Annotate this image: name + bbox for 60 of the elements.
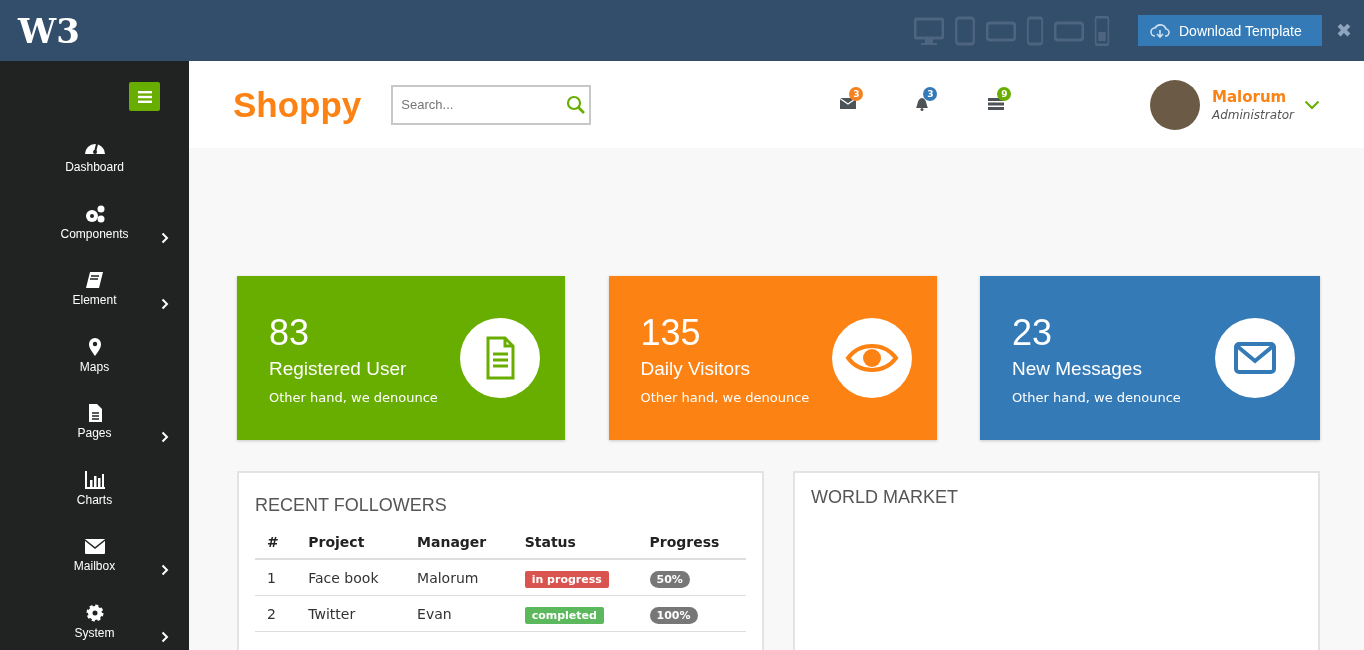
menu-button[interactable]: [129, 82, 160, 111]
stat-title: Registered User: [269, 357, 408, 380]
panel-title: RECENT FOLLOWERS: [255, 495, 447, 515]
avatar-circle: [1150, 79, 1200, 130]
sidebar-item[interactable]: Pages: [0, 403, 189, 470]
panel-title: WORLD MARKET: [811, 487, 958, 507]
sidebar-item[interactable]: Components: [0, 203, 189, 270]
column-header: Project: [296, 530, 406, 559]
desktop-icon[interactable]: [914, 15, 944, 46]
progress-badge: 100%: [649, 607, 698, 624]
stat-subtitle: Other hand, we denounce: [1012, 389, 1182, 405]
brand-title: Shoppy: [233, 84, 362, 125]
column-header: #: [255, 530, 297, 559]
sidebar-item[interactable]: Charts: [0, 469, 189, 536]
table-cell: Evan: [405, 595, 513, 632]
user-role: Administrator: [1212, 107, 1294, 122]
column-header: Progress: [637, 530, 746, 559]
chart-icon: [83, 469, 106, 490]
tablet-icon[interactable]: [954, 15, 976, 46]
gears-icon: [83, 203, 106, 224]
sidebar-item[interactable]: Mailbox: [0, 536, 189, 603]
keypad-phone-icon[interactable]: [1094, 15, 1110, 46]
sidebar-item[interactable]: Element: [0, 270, 189, 337]
search-field[interactable]: Search...: [391, 84, 592, 125]
menu-icon: [137, 90, 152, 103]
stat-subtitle: Other hand, we denounce: [269, 389, 439, 405]
phone-icon[interactable]: [1026, 15, 1044, 46]
logo: W3: [18, 10, 80, 51]
column-header: Manager: [405, 530, 513, 559]
stat-title: Daily Visitors: [640, 357, 751, 380]
stat-subtitle: Other hand, we denounce: [640, 389, 811, 405]
chevron-down-icon[interactable]: [1304, 99, 1320, 110]
mail-circle-icon: [1215, 318, 1295, 398]
download-template-button[interactable]: Download Template: [1138, 15, 1322, 46]
file-circle-icon: [460, 318, 540, 398]
sidebar-item[interactable]: System: [0, 602, 189, 650]
progress-badge: 50%: [649, 571, 690, 588]
stat-value: 83: [269, 311, 311, 354]
stat-title: New Messages: [1012, 357, 1143, 380]
column-header: Status: [512, 530, 638, 559]
table-cell: Twitter: [296, 595, 406, 632]
status-badge: completed: [524, 607, 604, 624]
count-badge: 3: [849, 86, 864, 101]
count-badge: 9: [997, 86, 1012, 101]
count-badge: 3: [923, 86, 938, 101]
eye-circle-icon: [831, 318, 912, 398]
cloud-download-icon: [1150, 22, 1170, 39]
table-cell: 1: [255, 559, 297, 596]
book-icon: [83, 270, 106, 290]
stat-value: 135: [640, 311, 702, 354]
mail-icon: [83, 536, 106, 556]
table-cell: Malorum: [405, 559, 513, 596]
search-icon[interactable]: [566, 94, 587, 115]
sidebar-item[interactable]: Dashboard: [0, 137, 189, 204]
status-badge: in progress: [524, 571, 609, 588]
user-name: Malorum: [1212, 87, 1288, 106]
sidebar-item[interactable]: Maps: [0, 336, 189, 403]
stat-value: 23: [1012, 311, 1054, 354]
table-cell: 2: [255, 595, 297, 632]
table-cell: Face book: [296, 559, 406, 596]
